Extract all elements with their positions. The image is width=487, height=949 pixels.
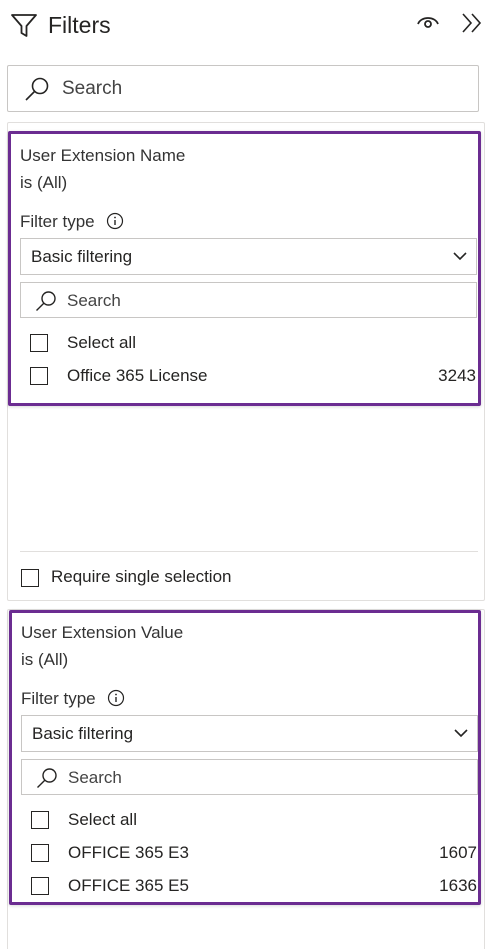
eye-icon[interactable] [417,13,439,31]
list-item-label: OFFICE 365 E3 [68,843,189,862]
search-icon [36,291,56,311]
list-item-label: OFFICE 365 E5 [68,876,189,895]
select-all-option[interactable]: Select all [31,808,477,834]
list-item-count: 3243 [438,366,476,385]
select-all-option[interactable]: Select all [30,331,476,357]
filter-card-title[interactable]: User Extension Name [20,146,185,166]
require-single-selection-label: Require single selection [51,567,232,586]
filter-type-label: Filter type [20,212,95,231]
filter-funnel-icon [11,14,37,37]
filter-type-dropdown[interactable]: Basic filtering [20,238,477,275]
pane-title: Filters [48,12,111,38]
list-item-count: 1636 [439,876,477,895]
list-item[interactable]: Office 365 License 3243 [30,364,476,390]
filter-card-summary: is (All) [20,173,68,192]
filter-type-label: Filter type [21,689,96,708]
search-icon [37,768,57,788]
list-item[interactable]: OFFICE 365 E5 1636 [31,874,477,900]
checkbox[interactable] [30,367,48,385]
filter-type-value: Basic filtering [32,724,134,743]
search-placeholder: Search [67,291,121,310]
checkbox[interactable] [31,811,49,829]
select-all-label: Select all [67,333,136,352]
list-item[interactable]: OFFICE 365 E3 1607 [31,841,477,867]
info-icon[interactable] [107,689,125,707]
info-icon[interactable] [106,212,124,230]
filter-card-title[interactable]: User Extension Value [21,623,183,643]
chevron-down-icon [454,729,468,738]
divider [20,551,478,552]
list-item-label: Office 365 License [67,366,208,385]
filter-card-summary: is (All) [21,650,69,669]
require-single-selection-toggle[interactable]: Require single selection [21,567,321,591]
checkbox[interactable] [30,334,48,352]
double-chevron-right-icon[interactable] [460,12,484,34]
chevron-down-icon [453,252,467,261]
filter-card-body-user-extension-value: User Extension Value is (All) Filter typ… [9,610,481,905]
filter-type-value: Basic filtering [31,247,133,266]
checkbox[interactable] [31,877,49,895]
filters-pane-header: Filters [0,0,487,54]
filter-type-dropdown[interactable]: Basic filtering [21,715,478,752]
list-item-count: 1607 [439,843,477,862]
card-search-input[interactable]: Search [21,759,478,795]
search-placeholder: Search [62,78,123,99]
checkbox[interactable] [31,844,49,862]
search-placeholder: Search [68,768,122,787]
filter-card-body-user-extension-name: User Extension Name is (All) Filter type… [8,131,481,406]
search-icon [25,77,49,101]
checkbox[interactable] [21,569,39,587]
pane-search-input[interactable]: Search [7,65,479,112]
select-all-label: Select all [68,810,137,829]
card-search-input[interactable]: Search [20,282,477,318]
